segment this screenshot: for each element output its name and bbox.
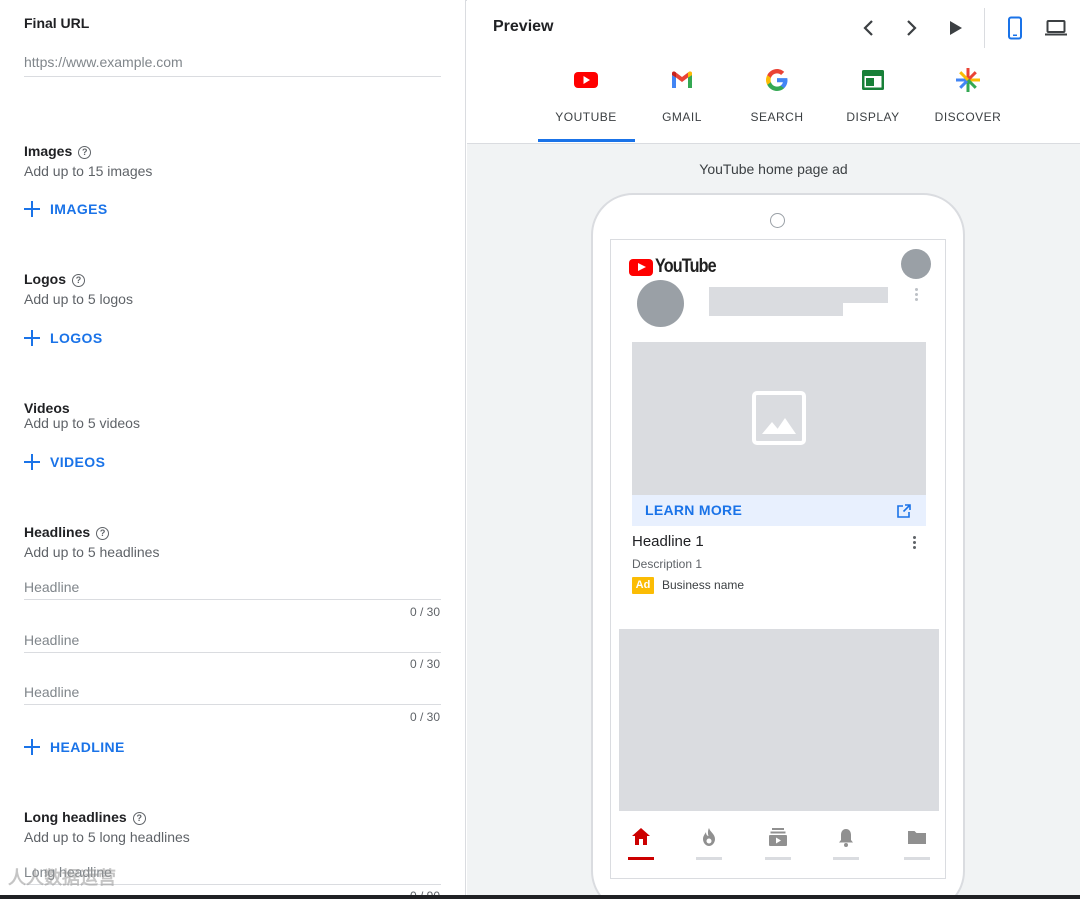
account-avatar	[901, 249, 931, 279]
active-tab-indicator	[538, 139, 635, 142]
business-name: Business name	[662, 578, 745, 592]
youtube-wordmark: YouTube	[655, 256, 717, 277]
help-icon[interactable]: ?	[96, 527, 110, 540]
images-hint: Add up to 15 images	[24, 163, 153, 179]
video-placeholder	[619, 629, 939, 811]
play-icon[interactable]	[943, 16, 967, 40]
subscriptions-icon	[765, 826, 791, 860]
headlines-label-text: Headlines	[24, 524, 91, 540]
help-icon[interactable]: ?	[132, 812, 146, 825]
ad-description: Description 1	[632, 557, 703, 571]
preview-header: Preview YOUTUBE GMAIL SEARCH DISPLAY DIS…	[467, 0, 1080, 144]
tab-label: DISCOVER	[934, 110, 1002, 124]
bottom-navigation	[611, 826, 945, 866]
gmail-icon	[672, 71, 692, 88]
plus-icon	[24, 454, 40, 470]
tab-gmail[interactable]: GMAIL	[634, 62, 730, 142]
logos-hint: Add up to 5 logos	[24, 291, 133, 307]
tab-display[interactable]: DISPLAY	[825, 62, 921, 142]
toolbar-divider	[984, 8, 985, 48]
bottom-border	[0, 895, 1080, 899]
headline-counter-1: 0 / 30	[409, 605, 440, 619]
subtitle-placeholder	[709, 303, 843, 316]
tab-label: DISPLAY	[846, 110, 900, 124]
discover-icon	[956, 68, 980, 92]
channel-avatar	[637, 280, 684, 327]
headline-input-2[interactable]	[24, 627, 441, 653]
headlines-label: Headlines?	[24, 524, 110, 540]
plus-icon	[24, 330, 40, 346]
headline-input-3[interactable]	[24, 679, 441, 705]
ad-image-placeholder	[632, 342, 926, 495]
watermark: 人人数据运营	[8, 868, 116, 888]
phone-camera	[770, 213, 785, 228]
headline-counter-2: 0 / 30	[409, 657, 440, 671]
google-search-icon	[766, 69, 788, 91]
chevron-right-icon[interactable]	[899, 16, 923, 40]
title-placeholder	[709, 287, 888, 303]
videos-label: Videos	[24, 400, 70, 416]
logos-label: Logos?	[24, 271, 85, 287]
add-logos-button[interactable]: LOGOS	[24, 330, 103, 346]
more-vert-icon	[913, 536, 917, 550]
add-videos-label: VIDEOS	[50, 454, 106, 470]
display-icon	[862, 70, 884, 90]
ad-badge: Ad	[632, 577, 654, 594]
library-folder-icon	[904, 826, 930, 860]
youtube-logo: YouTube	[629, 256, 726, 278]
tab-youtube[interactable]: YOUTUBE	[538, 62, 634, 142]
logos-label-text: Logos	[24, 271, 66, 287]
youtube-play-icon	[629, 258, 653, 276]
chevron-left-icon[interactable]	[857, 16, 881, 40]
help-icon[interactable]: ?	[78, 146, 92, 159]
add-images-label: IMAGES	[50, 201, 108, 217]
plus-icon	[24, 739, 40, 755]
headlines-hint: Add up to 5 headlines	[24, 544, 160, 560]
plus-icon	[24, 201, 40, 217]
add-headline-button[interactable]: HEADLINE	[24, 739, 125, 755]
tab-label: YOUTUBE	[555, 110, 617, 124]
tab-label: GMAIL	[662, 110, 702, 124]
long-headlines-label-text: Long headlines	[24, 809, 127, 825]
tab-label: SEARCH	[750, 110, 804, 124]
asset-form-panel: Final URL Images? Add up to 15 images IM…	[0, 0, 466, 899]
images-label: Images?	[24, 143, 92, 159]
final-url-label: Final URL	[24, 15, 90, 31]
final-url-input[interactable]	[24, 47, 441, 77]
add-videos-button[interactable]: VIDEOS	[24, 454, 105, 470]
mobile-device-icon[interactable]	[1003, 16, 1027, 40]
phone-mockup: YouTube LEARN MORE Headline 1 Descriptio…	[591, 193, 965, 899]
learn-more-cta: LEARN MORE	[632, 495, 926, 526]
image-icon	[752, 391, 806, 445]
more-vert-icon	[915, 288, 919, 302]
add-headline-label: HEADLINE	[50, 739, 125, 755]
long-headlines-hint: Add up to 5 long headlines	[24, 829, 190, 845]
add-logos-label: LOGOS	[50, 330, 103, 346]
laptop-device-icon[interactable]	[1044, 16, 1068, 40]
long-headlines-label: Long headlines?	[24, 809, 146, 825]
preview-title: Preview	[493, 18, 554, 35]
tab-discover[interactable]: DISCOVER	[920, 62, 1016, 142]
preview-panel: Preview YOUTUBE GMAIL SEARCH DISPLAY DIS…	[467, 0, 1080, 899]
home-icon	[628, 826, 654, 860]
preview-caption: YouTube home page ad	[699, 161, 848, 177]
cta-label: LEARN MORE	[645, 502, 743, 518]
phone-screen: YouTube LEARN MORE Headline 1 Descriptio…	[610, 239, 946, 879]
images-label-text: Images	[24, 143, 73, 159]
youtube-icon	[574, 72, 598, 88]
videos-hint: Add up to 5 videos	[24, 415, 140, 431]
notifications-icon	[833, 826, 859, 860]
tab-search[interactable]: SEARCH	[729, 62, 825, 142]
headline-input-1[interactable]	[24, 574, 441, 600]
open-in-new-icon	[897, 504, 911, 518]
add-images-button[interactable]: IMAGES	[24, 201, 108, 217]
headline-counter-3: 0 / 30	[409, 710, 440, 724]
trending-icon	[696, 826, 722, 860]
ad-headline: Headline 1	[632, 533, 704, 550]
help-icon[interactable]: ?	[72, 274, 85, 287]
